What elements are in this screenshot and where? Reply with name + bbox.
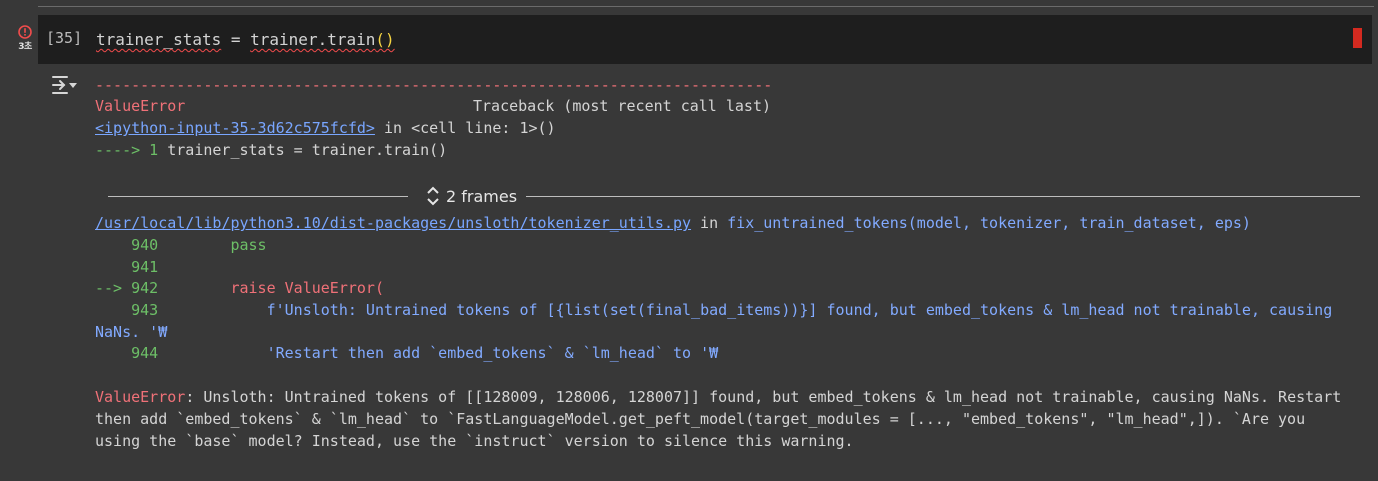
line-number: 941: [95, 258, 168, 276]
final-error-name: ValueError: [95, 388, 186, 406]
code-parens: (): [375, 30, 395, 49]
input-arrow-line: ----> 1 trainer_stats = trainer.train(): [95, 141, 447, 159]
collapsed-frames: 2 frames: [108, 185, 1360, 207]
error-scroll-marker: [1353, 28, 1362, 48]
line-number: 940: [95, 236, 168, 254]
expand-frames-button[interactable]: 2 frames: [426, 185, 517, 207]
frames-divider-right: [526, 196, 1360, 197]
function-args: (model, tokenizer, train_dataset, eps): [907, 214, 1251, 232]
source-line-current: --> 942 raise ValueError(: [95, 279, 384, 297]
function-name: fix_untrained_tokens: [727, 214, 908, 232]
arrow-code: trainer_stats = trainer.train(): [167, 141, 448, 159]
line-code: f'Unsloth: Untrained tokens of [{list(se…: [167, 301, 1333, 319]
code-editor-line[interactable]: trainer_stats = trainer.train(): [96, 30, 395, 49]
line-number: 944: [95, 344, 168, 362]
error-status-icon[interactable]: [18, 24, 32, 39]
line-code: raise ValueError(: [167, 279, 384, 297]
source-line: 943 f'Unsloth: Untrained tokens of [{lis…: [95, 301, 1332, 319]
code-var: trainer_stats: [96, 30, 222, 49]
top-divider: [38, 6, 1374, 7]
input-location: in <cell line: 1>(): [374, 119, 556, 137]
code-cell[interactable]: trainer_stats = trainer.train(): [38, 15, 1372, 64]
input-frame-line: <ipython-input-35-3d62c575fcfd> in <cell…: [95, 119, 556, 137]
execution-count: [35]: [46, 29, 83, 47]
frames-label: 2 frames: [446, 186, 518, 206]
line-code: pass: [167, 236, 267, 254]
final-error-text: : Unsloth: Untrained tokens of [[128009,…: [95, 388, 1342, 450]
line-number: 943: [95, 301, 168, 319]
source-line: 940 pass: [95, 236, 267, 254]
cell-gutter: 3초: [14, 24, 36, 52]
file-path-link[interactable]: /usr/local/lib/python3.10/dist-packages/…: [95, 214, 691, 232]
file-frame-line: /usr/local/lib/python3.10/dist-packages/…: [95, 214, 1251, 232]
traceback-title: Traceback (most recent call last): [473, 97, 772, 115]
code-call: trainer.train: [250, 30, 376, 49]
ipython-input-link[interactable]: <ipython-input-35-3d62c575fcfd>: [95, 119, 375, 137]
source-line-wrap: NaNs. '₩: [95, 323, 167, 341]
traceback-dashes: ----------------------------------------…: [95, 76, 773, 94]
code-eq: =: [221, 30, 251, 49]
unfold-icon: [427, 186, 439, 206]
line-code: 'Restart then add `embed_tokens` & `lm_h…: [167, 344, 719, 362]
file-in: in: [691, 214, 728, 232]
source-line: 944 'Restart then add `embed_tokens` & `…: [95, 344, 718, 362]
source-line: 941: [95, 258, 167, 276]
arrow-prefix: ----> 1: [95, 141, 168, 159]
output-actions-icon[interactable]: [50, 73, 78, 97]
traceback-header: ValueError Traceback (most recent call la…: [95, 97, 771, 115]
line-number: --> 942: [95, 279, 168, 297]
frames-divider-left: [108, 196, 408, 197]
final-error-message: ValueError: Unsloth: Untrained tokens of…: [95, 386, 1355, 452]
line-code: NaNs. '₩: [95, 323, 168, 341]
execution-time: 3초: [18, 42, 32, 52]
error-name: ValueError: [95, 97, 186, 115]
